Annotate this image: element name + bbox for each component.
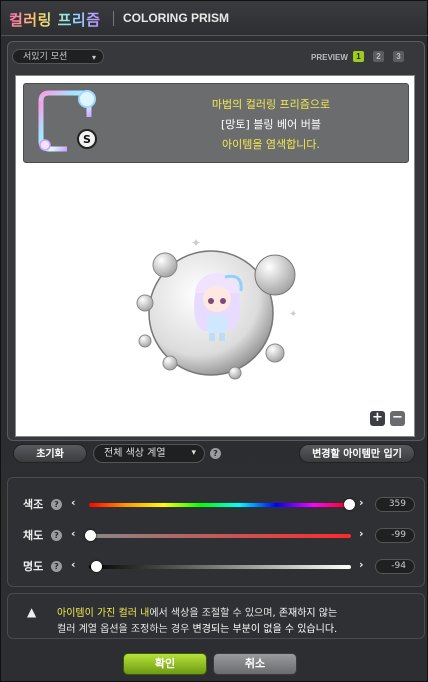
cancel-button[interactable]: 취소 <box>213 653 297 675</box>
wear-changed-only-button[interactable]: 변경할 아이템만 입기 <box>299 444 415 463</box>
pose-dropdown[interactable]: 서있기 모션 ▾ <box>12 49 104 64</box>
saturation-help-icon[interactable]: ? <box>51 530 62 541</box>
coloring-prism-window: 컬러링 프리즘 COLORING PRISM 서있기 모션 ▾ PREVIEW … <box>0 0 428 682</box>
brightness-value[interactable]: -94 <box>375 559 415 574</box>
warning-icon: ▲ <box>27 605 37 619</box>
saturation-value[interactable]: -99 <box>375 528 415 543</box>
svg-text:✦: ✦ <box>289 309 297 320</box>
notice-text-1: 에서 색상을 조절할 수 있으며, <box>149 608 279 619</box>
saturation-decrease-icon[interactable]: ‹ <box>71 527 76 540</box>
character-bubble-image: ✦ ✦ <box>136 236 297 380</box>
chevron-down-icon: ▾ <box>191 448 196 458</box>
color-family-dropdown[interactable]: 전체 색상 계열 ▾ <box>93 444 205 463</box>
reset-button[interactable]: 초기화 <box>13 444 87 463</box>
window-title-korean: 컬러링 프리즘 <box>9 11 101 29</box>
saturation-increase-icon[interactable]: › <box>359 527 364 540</box>
brightness-decrease-icon[interactable]: ‹ <box>71 558 76 571</box>
pose-dropdown-value: 서있기 모션 <box>23 52 68 62</box>
info-line-item-name: [망토] 블링 베어 버블 <box>220 118 322 131</box>
notice-line-2: 컬러 계열 옵션을 조정하는 경우 변경되는 부분이 없을 수 있습니다. <box>57 620 337 635</box>
notice-text-2: 컬러 계열 옵션을 조정하는 경우 <box>57 624 193 635</box>
confirm-button[interactable]: 확인 <box>123 653 207 675</box>
help-icon[interactable]: ? <box>210 448 221 459</box>
saturation-label: 채도 <box>23 529 44 542</box>
color-family-value: 전체 색상 계열 <box>104 448 166 459</box>
brightness-label: 명도 <box>23 560 44 573</box>
notice-highlight-2: 존재하지 않는 <box>278 608 338 619</box>
notice-highlight-3: 변경되는 부분이 없을 수 있습니다. <box>192 624 338 635</box>
notice-highlight-1: 아이템이 가진 컬러 내 <box>57 608 150 619</box>
hue-slider-track[interactable] <box>89 503 351 507</box>
hue-increase-icon[interactable]: › <box>359 496 364 509</box>
brightness-help-icon[interactable]: ? <box>51 561 62 572</box>
hue-value[interactable]: 359 <box>375 497 415 512</box>
saturation-slider-track[interactable] <box>89 534 351 538</box>
hue-label: 색조 <box>23 498 44 511</box>
brightness-slider-track[interactable] <box>89 565 351 569</box>
preview-slot-1-button[interactable]: 1 <box>353 51 364 62</box>
hue-help-icon[interactable]: ? <box>51 499 62 510</box>
chevron-down-icon: ▾ <box>91 53 96 62</box>
saturation-slider-knob[interactable] <box>84 530 96 541</box>
hue-decrease-icon[interactable]: ‹ <box>71 496 76 509</box>
preview-slot-3-button[interactable]: 3 <box>393 51 404 62</box>
svg-text:✦: ✦ <box>191 236 201 250</box>
notice-line-1: 아이템이 가진 컬러 내에서 색상을 조절할 수 있으며, 존재하지 않는 <box>57 604 337 619</box>
zoom-out-button[interactable]: − <box>390 411 405 426</box>
title-divider <box>113 11 114 26</box>
title-bar[interactable]: 컬러링 프리즘 COLORING PRISM <box>1 1 428 36</box>
svg-text:S: S <box>83 133 91 146</box>
zoom-in-button[interactable]: + <box>370 411 385 426</box>
preview-label: PREVIEW <box>311 53 348 62</box>
brightness-increase-icon[interactable]: › <box>359 558 364 571</box>
window-title-english: COLORING PRISM <box>123 11 230 25</box>
preview-slot-2-button[interactable]: 2 <box>373 51 384 62</box>
info-line-1: 마법의 컬러링 프리즘으로 <box>211 98 331 111</box>
info-line-3: 아이템을 염색합니다. <box>221 138 321 151</box>
item-icon: S <box>38 90 97 152</box>
